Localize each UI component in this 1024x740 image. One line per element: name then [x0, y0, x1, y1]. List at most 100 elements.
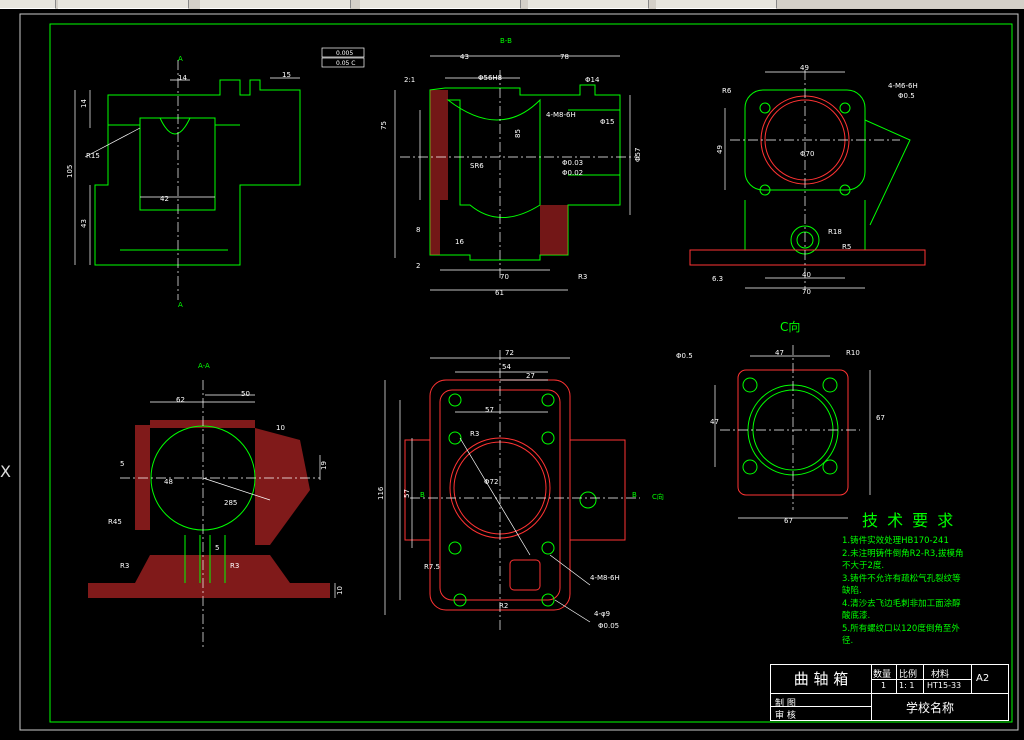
view-c-text: 47 R10 47 67 67 Φ0.5: [676, 349, 885, 525]
dim-label: Φ0.03: [562, 159, 583, 167]
dim-label: R3: [470, 430, 479, 438]
toolbar-strip: [0, 0, 1024, 9]
toolbar-tab[interactable]: [656, 0, 777, 9]
dim-label: R10: [846, 349, 860, 357]
toolbar-tab[interactable]: [360, 0, 521, 9]
dim-label: 4-M8-6H: [546, 111, 576, 119]
cut-mark-label: C向: [652, 492, 664, 501]
dim-label: 43: [460, 53, 469, 61]
tech-req-title: 技 术 要 求: [862, 511, 956, 530]
material-value: HT15-33: [927, 681, 962, 690]
view-front-text: 14 15 14 R15 105 43 42 A A: [66, 55, 291, 309]
dim-label: 10: [276, 424, 285, 432]
dim-label: 61: [495, 289, 504, 297]
view-bottom-center-text: 72 54 27 57 R3 Φ72 116 57 R7.5 4-M8-6H 4…: [377, 349, 620, 630]
dim-label: R15: [86, 152, 100, 160]
tech-req-item: 3.铸件不允许有疏松气孔裂纹等: [842, 573, 961, 584]
dim-label: 49: [800, 64, 809, 72]
tech-req-item: 不大于2度.: [842, 561, 885, 571]
dim-label: 4-φ9: [594, 610, 610, 618]
dim-label: Φ72: [484, 478, 498, 486]
dim-label: 47: [710, 418, 719, 426]
dim-label: 4-M6-6H: [888, 82, 918, 90]
dim-label: R5: [842, 243, 851, 251]
dim-label: 14: [80, 99, 88, 108]
dim-label: R18: [828, 228, 842, 236]
dim-label: 40: [802, 271, 811, 279]
dim-label: R3: [578, 273, 587, 281]
divider: [923, 665, 924, 693]
toolbar-tab[interactable]: [528, 0, 649, 9]
tech-req-item: 酸底漆.: [842, 611, 871, 621]
view-aa: [88, 420, 330, 598]
dim-label: 14: [178, 74, 187, 82]
dim-label: Φ15: [600, 118, 614, 126]
cut-mark-label: B: [632, 491, 637, 499]
dim-label: 75: [380, 121, 388, 130]
scale-value: 1: 1: [899, 681, 915, 690]
dim-label: Φ56H8: [478, 74, 502, 82]
dim-label: 2: [416, 262, 420, 270]
dim-label: Φ0.05: [598, 622, 619, 630]
dim-label: 10: [336, 586, 344, 595]
dim-label: Φ14: [585, 76, 600, 84]
dim-label: 5: [215, 544, 219, 552]
tech-req-item: 2.未注明铸件倒角R2-R3,拔模角: [842, 548, 964, 559]
dim-label: R3: [120, 562, 129, 570]
dim-label: SR6: [470, 162, 484, 170]
dim-label: R3: [230, 562, 239, 570]
tech-req-item: 径.: [842, 636, 854, 646]
dim-label: 67: [784, 517, 793, 525]
dim-label: R7.5: [424, 563, 440, 571]
dim-label: 78: [560, 53, 569, 61]
dim-label: 8: [416, 226, 420, 234]
dim-label: Φ70: [800, 150, 814, 158]
dim-label: 15: [282, 71, 291, 79]
toolbar-tab[interactable]: [58, 0, 189, 9]
dim-label: 105: [66, 165, 74, 178]
tolerance-value: 0.05 C: [336, 60, 355, 67]
dim-label: 50: [241, 390, 250, 398]
dim-label: 48: [164, 478, 173, 486]
dim-label: 57: [485, 406, 494, 414]
tolerance-value: 0.005: [336, 50, 353, 57]
dim-label: 6.3: [712, 275, 723, 283]
toolbar-tab[interactable]: [200, 0, 351, 9]
dim-label: 42: [160, 195, 169, 203]
dim-label: 19: [320, 461, 328, 470]
section-label-aa: A-A: [198, 362, 210, 370]
dim-label: 57: [403, 489, 411, 498]
dim-label: 5: [120, 460, 124, 468]
divider: [871, 693, 1008, 694]
dim-label: 285: [224, 499, 237, 507]
view-front: [94, 79, 301, 266]
dim-label: 47: [775, 349, 784, 357]
dim-label: Φ0.5: [676, 352, 693, 360]
dim-label: 2:1: [404, 76, 415, 84]
view-top-right-text: 49 R6 4-M6-6H Φ0.5 Φ70 49 R18 R5 40 70 6…: [712, 64, 918, 296]
dim-label: 16: [455, 238, 464, 246]
dim-label: 85: [514, 129, 522, 138]
dim-label: 72: [505, 349, 514, 357]
dim-label: R45: [108, 518, 122, 526]
tech-req-item: 缺陷.: [842, 586, 862, 596]
dim-label: 4-M8-6H: [590, 574, 620, 582]
dim-label: Φ57: [634, 148, 642, 162]
section-label-bb: B-B: [500, 37, 512, 45]
dim-label: Φ0.02: [562, 169, 583, 177]
view-bb: [429, 84, 621, 261]
tech-req-item: 4.清沙去飞边毛刺非加工面涂醇: [842, 598, 961, 609]
sheet-size: A2: [976, 673, 990, 684]
divider: [971, 665, 972, 693]
school-name: 学校名称: [906, 701, 955, 715]
divider: [896, 665, 897, 693]
part-name: 曲 轴 箱: [771, 665, 872, 694]
checked-label: 审 核: [775, 711, 796, 721]
dim-label: R2: [499, 602, 508, 610]
cut-mark-label: B: [420, 491, 425, 499]
tech-req-list: 1.铸件实效处理HB170-241 2.未注明铸件倒角R2-R3,拔模角 不大于2度…: [842, 535, 1007, 648]
toolbar-tab[interactable]: [0, 0, 56, 9]
view-front-dims: [74, 60, 300, 300]
view-top-right-dims: [724, 70, 900, 290]
side-marker: X: [0, 462, 11, 481]
